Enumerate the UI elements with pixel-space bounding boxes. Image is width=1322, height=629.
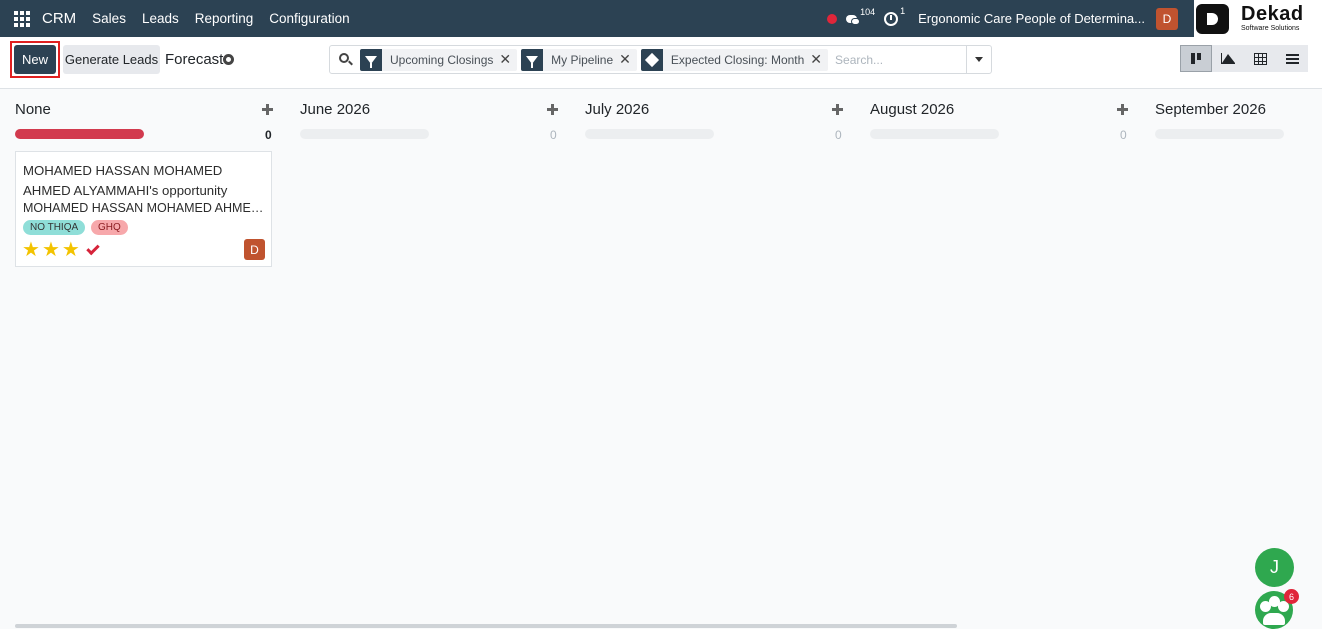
column-progress-bar[interactable] [15, 129, 144, 139]
add-icon[interactable] [1117, 104, 1128, 115]
tag-badge: GHQ [91, 220, 128, 235]
apps-grid-icon[interactable] [14, 10, 30, 27]
filter-icon [360, 48, 382, 71]
navbar-systray: 104 1 Ergonomic Care People of Determina… [827, 0, 1322, 37]
tag-badge: NO THIQA [23, 220, 86, 235]
star-icon[interactable]: ★ [42, 239, 60, 261]
chat-avatar-button[interactable]: J [1255, 548, 1294, 587]
control-panel: New Generate Leads Forecast Upcoming Clo… [0, 37, 1322, 89]
priority-stars: ★ ★ ★ [22, 239, 80, 261]
company-switcher[interactable]: Ergonomic Care People of Determina... [918, 11, 1145, 26]
card-title: MOHAMED HASSAN MOHAMED AHMED ALYAMMAHI's… [23, 163, 228, 198]
add-icon[interactable] [832, 104, 843, 115]
check-icon[interactable] [86, 241, 100, 256]
filter-icon [521, 48, 544, 71]
add-icon[interactable] [262, 104, 273, 115]
column-progress-bar [585, 129, 714, 139]
logo-mark-icon [1196, 3, 1229, 34]
facet-upcoming-closings: Upcoming Closings ✕ [360, 48, 518, 71]
column-progress-bar [1155, 129, 1284, 139]
view-switcher [1180, 45, 1308, 72]
column-progress-bar [300, 129, 429, 139]
assignee-avatar[interactable]: D [244, 239, 265, 260]
column-count: 0 [265, 128, 272, 142]
star-icon[interactable]: ★ [62, 239, 80, 261]
app-brand[interactable]: CRM [42, 10, 76, 27]
horizontal-scrollbar[interactable] [15, 624, 957, 628]
column-progress-bar [870, 129, 999, 139]
column-count: 0 [1120, 128, 1127, 142]
search-icon[interactable] [339, 52, 353, 67]
list-icon [1285, 53, 1299, 64]
gear-icon[interactable] [223, 54, 234, 65]
new-button-highlight: New [10, 41, 60, 78]
remove-facet-icon[interactable]: ✕ [499, 51, 517, 68]
group-by-icon [640, 48, 663, 71]
facet-expected-closing: Expected Closing: Month ✕ [640, 48, 829, 71]
menu-sales[interactable]: Sales [84, 11, 134, 26]
activities-clock-icon[interactable]: 1 [884, 6, 905, 26]
remove-facet-icon[interactable]: ✕ [810, 51, 828, 68]
menu-reporting[interactable]: Reporting [187, 11, 262, 26]
list-view-button[interactable] [1276, 45, 1308, 72]
remove-facet-icon[interactable]: ✕ [619, 51, 637, 68]
kanban-view-button[interactable] [1180, 45, 1212, 72]
column-count: 0 [550, 128, 557, 142]
facet-label: My Pipeline [551, 52, 614, 67]
menu-leads[interactable]: Leads [134, 11, 187, 26]
activities-count: 1 [900, 5, 906, 16]
add-icon[interactable] [547, 104, 558, 115]
search-bar: Upcoming Closings ✕ My Pipeline ✕ Expect… [329, 45, 992, 74]
top-navbar: CRM Sales Leads Reporting Configuration … [0, 0, 1322, 37]
card-customer: MOHAMED HASSAN MOHAMED AHMED A... [23, 201, 269, 215]
search-input[interactable] [835, 52, 986, 67]
chevron-down-icon [975, 57, 983, 62]
search-options-toggle[interactable] [966, 46, 991, 73]
logo-tagline: Software Solutions [1241, 25, 1300, 32]
pivot-view-button[interactable] [1244, 45, 1276, 72]
notification-badge: 6 [1284, 589, 1299, 604]
messages-icon[interactable]: 104 [846, 7, 875, 25]
page-title: Forecast [165, 51, 224, 68]
kanban-icon [1191, 53, 1201, 64]
facet-label: Upcoming Closings [390, 52, 494, 67]
column-title[interactable]: September 2026 [1155, 101, 1266, 118]
new-button[interactable]: New [14, 45, 56, 74]
star-icon[interactable]: ★ [22, 239, 40, 261]
messages-count: 104 [860, 6, 876, 17]
pivot-table-icon [1253, 52, 1267, 65]
column-title[interactable]: July 2026 [585, 101, 649, 118]
facet-label: Expected Closing: Month [670, 52, 805, 67]
menu-configuration[interactable]: Configuration [261, 11, 357, 26]
user-avatar[interactable]: D [1156, 7, 1178, 30]
graph-view-button[interactable] [1212, 45, 1244, 72]
column-title[interactable]: August 2026 [870, 101, 954, 118]
area-chart-icon [1221, 53, 1235, 64]
company-logo: Dekad Software Solutions [1194, 0, 1322, 37]
column-count: 0 [835, 128, 842, 142]
opportunity-card[interactable]: MOHAMED HASSAN MOHAMED AHMED ALYAMMAHI's… [15, 151, 272, 267]
facet-my-pipeline: My Pipeline ✕ [521, 48, 637, 71]
logo-name: Dekad [1241, 3, 1304, 25]
status-dot-icon[interactable] [827, 13, 838, 24]
generate-leads-button[interactable]: Generate Leads [63, 45, 160, 74]
main-menu: Sales Leads Reporting Configuration [84, 11, 357, 26]
column-title[interactable]: None [15, 101, 51, 118]
column-title[interactable]: June 2026 [300, 101, 370, 118]
